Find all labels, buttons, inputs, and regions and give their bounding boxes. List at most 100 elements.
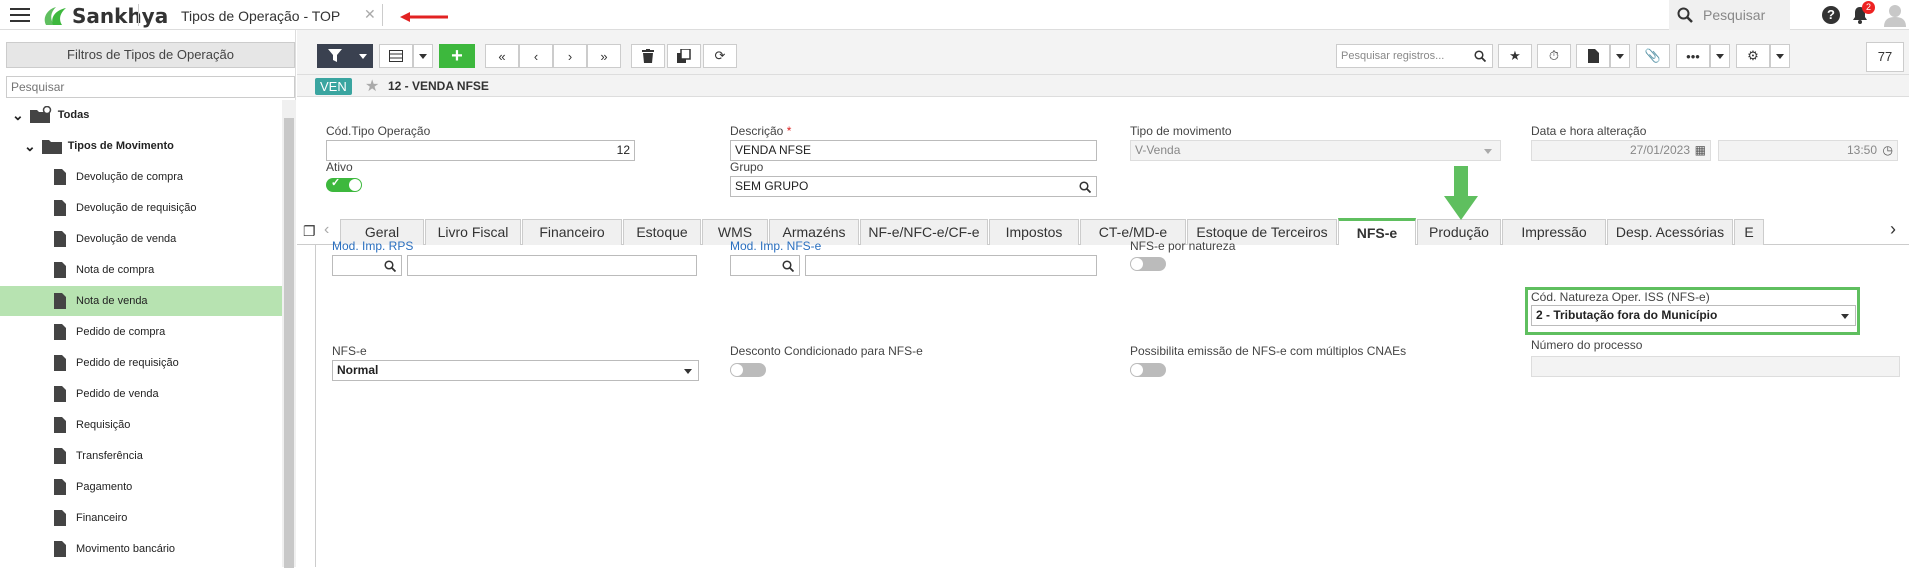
tree-node[interactable]: Movimento bancário xyxy=(0,534,282,564)
sankhya-logo-icon xyxy=(40,5,68,27)
numero-processo-label: Número do processo xyxy=(1531,338,1643,352)
add-button[interactable]: + xyxy=(439,44,475,68)
tabs-menu-icon[interactable]: ❐ xyxy=(303,223,316,240)
tab-financeiro[interactable]: Financeiro xyxy=(522,219,622,245)
sidebar-search-input[interactable] xyxy=(6,76,295,98)
mod-imp-nfse-code-field[interactable] xyxy=(730,255,800,276)
caret-down-icon xyxy=(1716,53,1724,59)
search-icon[interactable] xyxy=(1474,50,1486,62)
attach-button[interactable]: 📎 xyxy=(1636,44,1670,68)
report-dropdown-button[interactable] xyxy=(1610,44,1630,68)
scrollbar-thumb[interactable] xyxy=(284,118,294,568)
mod-imp-rps-description-field[interactable] xyxy=(407,255,697,276)
menu-icon[interactable] xyxy=(10,8,30,22)
document-icon xyxy=(54,200,66,216)
records-search-input[interactable]: Pesquisar registros... xyxy=(1336,44,1493,68)
tab-nf-e-nfc-e-cf-e[interactable]: NF-e/NFC-e/CF-e xyxy=(860,219,988,245)
descricao-field[interactable]: VENDA NFSE xyxy=(730,140,1097,161)
tab-estoque[interactable]: Estoque xyxy=(623,219,701,245)
document-icon xyxy=(54,169,66,185)
chevron-down-icon[interactable]: ⌄ xyxy=(24,138,36,155)
report-button[interactable] xyxy=(1576,44,1610,68)
last-record-button[interactable]: » xyxy=(587,44,621,68)
hora-alteracao-field[interactable]: 13:50 ◷ xyxy=(1718,140,1898,161)
desconto-condicionado-toggle[interactable] xyxy=(730,363,766,377)
data-alteracao-field[interactable]: 27/01/2023 ▦ xyxy=(1531,140,1711,161)
tab-impress-o[interactable]: Impressão xyxy=(1502,219,1606,245)
tab-livro-fiscal[interactable]: Livro Fiscal xyxy=(425,219,521,245)
ativo-toggle[interactable]: ✓ xyxy=(326,177,362,192)
tree-node-todas[interactable]: ⌄ Todas xyxy=(0,100,282,130)
top-bar: Sankhya Tipos de Operação - TOP ✕ Pesqui… xyxy=(0,0,1909,30)
calendar-icon[interactable]: ▦ xyxy=(1695,141,1706,160)
tree-node[interactable]: Pedido de requisição xyxy=(0,348,282,378)
refresh-button[interactable]: ⟳ xyxy=(703,44,737,68)
filter-dropdown-button[interactable] xyxy=(353,44,373,68)
caret-down-icon xyxy=(359,53,367,59)
tab-produ-o[interactable]: Produção xyxy=(1417,219,1501,245)
search-icon[interactable] xyxy=(384,260,396,272)
mod-imp-rps-label[interactable]: Mod. Imp. RPS xyxy=(332,239,413,253)
nfse-por-natureza-toggle[interactable] xyxy=(1130,257,1166,271)
more-button[interactable]: ••• xyxy=(1676,44,1710,68)
tree-node-tipos-de-movimento[interactable]: ⌄ Tipos de Movimento xyxy=(0,131,282,161)
nfse-select[interactable]: Normal xyxy=(332,360,699,381)
chevron-left-icon: ‹ xyxy=(533,48,539,64)
settings-button[interactable]: ⚙ xyxy=(1736,44,1770,68)
cod-tipo-operacao-field[interactable]: 12 xyxy=(326,140,635,161)
duplicate-button[interactable] xyxy=(667,44,701,68)
filter-button[interactable] xyxy=(317,44,353,68)
mod-imp-nfse-description-field[interactable] xyxy=(805,255,1097,276)
cod-natureza-select[interactable]: 2 - Tributação fora do Município xyxy=(1531,305,1856,326)
multiplos-cnaes-toggle[interactable] xyxy=(1130,363,1166,377)
tab-desp-acess-rias[interactable]: Desp. Acessórias xyxy=(1607,219,1733,245)
close-tab-icon[interactable]: ✕ xyxy=(364,6,376,23)
global-search-placeholder: Pesquisar xyxy=(1703,7,1766,23)
tabs-scroll-left-icon[interactable]: ‹ xyxy=(324,221,329,239)
notification-badge: 2 xyxy=(1862,1,1875,14)
grid-view-button[interactable] xyxy=(379,44,413,68)
grupo-field[interactable]: SEM GRUPO xyxy=(730,176,1097,197)
help-icon[interactable]: ? xyxy=(1822,6,1840,24)
data-hora-label: Data e hora alteração xyxy=(1531,124,1647,138)
copy-icon xyxy=(677,49,691,63)
star-icon[interactable]: ★ xyxy=(365,76,379,96)
sidebar: Filtros de Tipos de Operação ⌄ Todas ⌄ T… xyxy=(0,30,296,568)
tree-node[interactable]: Nota de compra xyxy=(0,255,282,285)
settings-dropdown-button[interactable] xyxy=(1770,44,1790,68)
avatar[interactable] xyxy=(1884,3,1906,27)
tipo-movimento-select[interactable]: V-Venda xyxy=(1130,140,1501,161)
chevron-down-icon[interactable]: ⌄ xyxy=(12,107,24,124)
search-icon[interactable] xyxy=(1079,181,1091,193)
next-record-button[interactable]: › xyxy=(553,44,587,68)
tab-nfs-e[interactable]: NFS-e xyxy=(1338,218,1416,245)
tree-node[interactable]: Transferência xyxy=(0,441,282,471)
tab-impostos[interactable]: Impostos xyxy=(989,219,1079,245)
previous-record-button[interactable]: ‹ xyxy=(519,44,553,68)
numero-processo-field[interactable] xyxy=(1531,356,1900,377)
first-record-button[interactable]: « xyxy=(485,44,519,68)
tree-node[interactable]: Nota de venda xyxy=(0,286,282,316)
search-icon[interactable] xyxy=(782,260,794,272)
caret-down-icon xyxy=(1841,314,1849,319)
global-search[interactable]: Pesquisar xyxy=(1669,0,1790,30)
more-dropdown-button[interactable] xyxy=(1710,44,1730,68)
tabs-scroll-right-icon[interactable]: › xyxy=(1890,219,1896,240)
tree-node-label: Pedido de requisição xyxy=(76,357,179,369)
delete-button[interactable] xyxy=(631,44,665,68)
tree-node[interactable]: Devolução de compra xyxy=(0,162,282,192)
tab-e[interactable]: E xyxy=(1734,219,1764,245)
mod-imp-nfse-label[interactable]: Mod. Imp. NFS-e xyxy=(730,239,821,253)
mod-imp-rps-code-field[interactable] xyxy=(332,255,402,276)
tree-node[interactable]: Devolução de venda xyxy=(0,224,282,254)
tree-node[interactable]: Requisição xyxy=(0,410,282,440)
favorite-button[interactable]: ★ xyxy=(1498,44,1532,68)
tree-node[interactable]: Financeiro xyxy=(0,503,282,533)
clock-icon[interactable]: ◷ xyxy=(1883,141,1893,160)
tree-node[interactable]: Devolução de requisição xyxy=(0,193,282,223)
timer-button[interactable]: ⏱ xyxy=(1537,44,1571,68)
grid-view-dropdown-button[interactable] xyxy=(413,44,433,68)
tree-node[interactable]: Pedido de venda xyxy=(0,379,282,409)
tree-node[interactable]: Pedido de compra xyxy=(0,317,282,347)
tree-node[interactable]: Pagamento xyxy=(0,472,282,502)
